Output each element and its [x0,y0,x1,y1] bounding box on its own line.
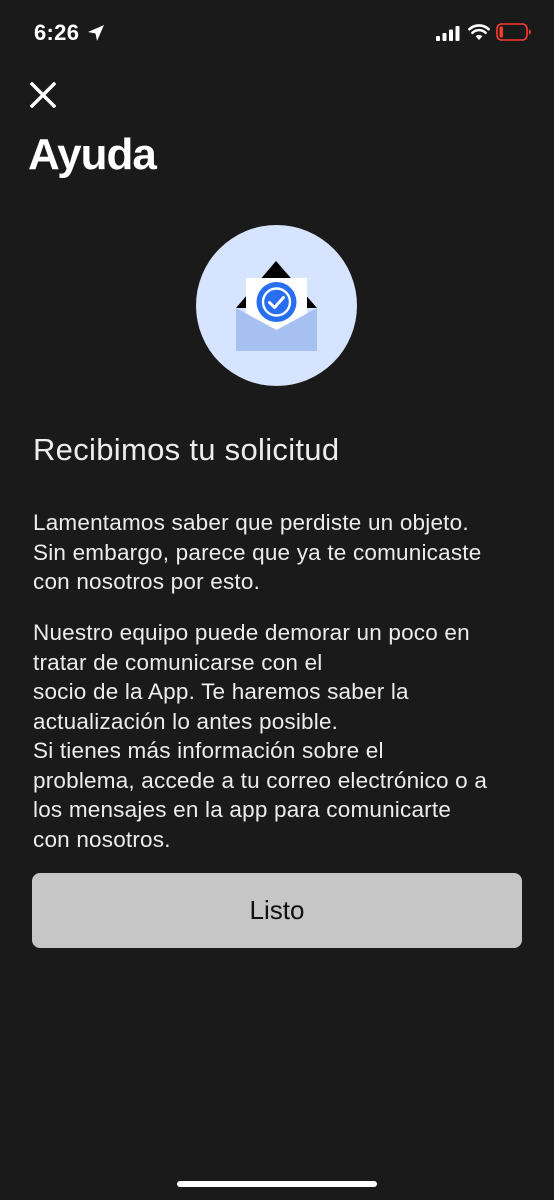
message-line: con nosotros por esto. [33,569,261,594]
envelope-check-icon [196,225,357,386]
request-received-heading: Recibimos tu solicitud [33,432,340,467]
message-line: Si tienes más información sobre el [33,738,384,763]
status-bar: 6:26 [0,0,554,66]
message-line: tratar de comunicarse con el [33,649,323,675]
lost-item-message: Lamentamos saber que perdiste un objeto.… [33,508,533,597]
done-button[interactable]: Listo [32,873,522,948]
page-title: Ayuda [28,130,157,179]
message-line: Nuestro equipo puede demorar un poco en [33,620,470,645]
message-line: socio de la App. Te haremos saber la [33,679,409,704]
close-icon [30,82,56,108]
message-line: Lamentamos saber que perdiste un objeto. [33,510,469,535]
message-line: Sin embargo, parece que ya te comunicast… [33,539,482,565]
location-arrow-icon [88,25,104,41]
status-time: 6:26 [34,20,80,45]
wifi-icon [468,24,490,40]
battery-low-icon [496,23,531,41]
message-line: los mensajes en la app para comunicarte [33,797,452,822]
team-contact-message: Nuestro equipo puede demorar un poco en … [33,618,533,854]
cellular-signal-icon [436,26,460,41]
home-indicator[interactable] [177,1181,377,1187]
close-button[interactable] [24,76,62,114]
message-line: problema, accede a tu correo electrónico… [33,767,488,793]
help-screen: 6:26 Ayuda Recibimos tu solicitud Lament… [0,0,554,1200]
message-line: con nosotros. [33,826,171,852]
message-line: actualización lo antes posible. [33,708,339,734]
